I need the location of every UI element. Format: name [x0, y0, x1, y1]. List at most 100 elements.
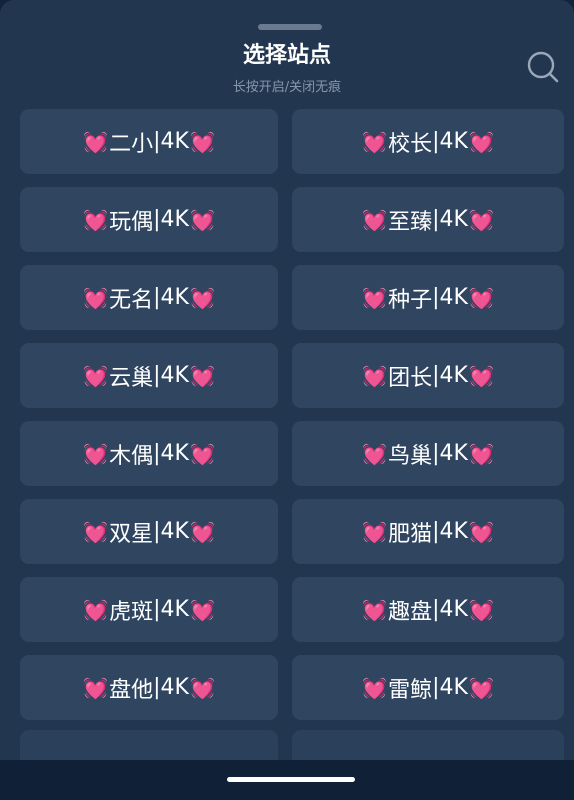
separator: | — [153, 129, 161, 154]
separator: | — [153, 285, 161, 310]
separator: | — [432, 675, 440, 700]
quality-tag: 4K — [160, 285, 189, 310]
site-item[interactable]: 💓 雷鲸 | 4K 💓 — [292, 655, 564, 720]
quality-tag: 4K — [160, 129, 189, 154]
heart-icon: 💓 — [468, 207, 494, 232]
separator: | — [432, 441, 440, 466]
heart-icon: 💓 — [362, 129, 388, 154]
site-name: 云巢 — [109, 365, 154, 391]
site-item[interactable]: 💓 盘他 | 4K 💓 — [20, 655, 278, 720]
heart-icon: 💓 — [362, 519, 388, 544]
heart-icon: 💓 — [189, 129, 215, 154]
site-name: 校长 — [388, 131, 433, 157]
heart-icon: 💓 — [189, 207, 215, 232]
site-name: 无名 — [109, 287, 154, 313]
site-item[interactable]: 💓 趣盘 | 4K 💓 — [292, 577, 564, 642]
heart-icon: 💓 — [468, 675, 494, 700]
quality-tag: 4K — [439, 519, 468, 544]
heart-icon: 💓 — [468, 441, 494, 466]
site-name: 至臻 — [388, 209, 433, 235]
heart-icon: 💓 — [189, 285, 215, 310]
heart-icon: 💓 — [189, 363, 215, 388]
page-title: 选择站点 — [242, 43, 331, 68]
bottom-bar — [0, 760, 574, 800]
site-item[interactable]: 💓 玩偶 | 4K 💓 — [20, 187, 278, 252]
site-item[interactable]: 💓 鸟巢 | 4K 💓 — [292, 421, 564, 486]
home-indicator[interactable] — [227, 777, 355, 782]
site-name: 二小 — [109, 131, 154, 157]
site-name: 玩偶 — [109, 209, 154, 235]
quality-tag: 4K — [160, 675, 189, 700]
heart-icon: 💓 — [468, 129, 494, 154]
heart-icon: 💓 — [83, 675, 109, 700]
quality-tag: 4K — [439, 597, 468, 622]
site-item-partial[interactable] — [20, 730, 278, 760]
heart-icon: 💓 — [83, 285, 109, 310]
separator: | — [432, 129, 440, 154]
site-name: 团长 — [388, 365, 433, 391]
site-item[interactable]: 💓 肥猫 | 4K 💓 — [292, 499, 564, 564]
page-subtitle: 长按开启/关闭无痕 — [232, 80, 342, 95]
separator: | — [153, 675, 161, 700]
quality-tag: 4K — [160, 363, 189, 388]
site-item[interactable]: 💓 团长 | 4K 💓 — [292, 343, 564, 408]
site-item[interactable]: 💓 校长 | 4K 💓 — [292, 109, 564, 174]
site-name: 双星 — [109, 521, 154, 547]
heart-icon: 💓 — [83, 597, 109, 622]
separator: | — [432, 207, 440, 232]
separator: | — [432, 363, 440, 388]
heart-icon: 💓 — [83, 129, 109, 154]
site-item[interactable]: 💓 云巢 | 4K 💓 — [20, 343, 278, 408]
heart-icon: 💓 — [189, 675, 215, 700]
site-name: 木偶 — [109, 443, 154, 469]
site-item[interactable]: 💓 无名 | 4K 💓 — [20, 265, 278, 330]
separator: | — [153, 207, 161, 232]
quality-tag: 4K — [439, 363, 468, 388]
quality-tag: 4K — [439, 675, 468, 700]
site-picker-sheet: 选择站点 长按开启/关闭无痕 💓 二小 | 4K 💓 💓 校长 | 4K 💓 💓 玩偶 | 4… — [0, 0, 574, 760]
heart-icon: 💓 — [83, 363, 109, 388]
heart-icon: 💓 — [189, 441, 215, 466]
site-grid: 💓 二小 | 4K 💓 💓 校长 | 4K 💓 💓 玩偶 | 4K 💓 💓 至臻 | 4K 💓 💓 无名 … — [20, 109, 564, 720]
heart-icon: 💓 — [362, 675, 388, 700]
quality-tag: 4K — [439, 129, 468, 154]
site-name: 种子 — [388, 287, 433, 313]
site-name: 盘他 — [109, 677, 154, 703]
heart-icon: 💓 — [468, 597, 494, 622]
separator: | — [432, 285, 440, 310]
site-item[interactable]: 💓 种子 | 4K 💓 — [292, 265, 564, 330]
heart-icon: 💓 — [83, 207, 109, 232]
heart-icon: 💓 — [189, 519, 215, 544]
separator: | — [432, 519, 440, 544]
quality-tag: 4K — [160, 441, 189, 466]
heart-icon: 💓 — [468, 285, 494, 310]
heart-icon: 💓 — [362, 363, 388, 388]
separator: | — [432, 597, 440, 622]
quality-tag: 4K — [160, 597, 189, 622]
separator: | — [153, 363, 161, 388]
heart-icon: 💓 — [362, 597, 388, 622]
separator: | — [153, 597, 161, 622]
site-item[interactable]: 💓 虎斑 | 4K 💓 — [20, 577, 278, 642]
heart-icon: 💓 — [83, 519, 109, 544]
site-name: 趣盘 — [388, 599, 433, 625]
site-item[interactable]: 💓 木偶 | 4K 💓 — [20, 421, 278, 486]
site-item[interactable]: 💓 至臻 | 4K 💓 — [292, 187, 564, 252]
site-item[interactable]: 💓 二小 | 4K 💓 — [20, 109, 278, 174]
site-item-partial[interactable] — [292, 730, 564, 760]
search-button[interactable] — [524, 48, 562, 86]
heart-icon: 💓 — [468, 519, 494, 544]
heart-icon: 💓 — [189, 597, 215, 622]
quality-tag: 4K — [439, 207, 468, 232]
quality-tag: 4K — [439, 441, 468, 466]
separator: | — [153, 441, 161, 466]
drag-handle[interactable] — [258, 24, 322, 30]
separator: | — [153, 519, 161, 544]
site-name: 肥猫 — [388, 521, 433, 547]
site-item[interactable]: 💓 双星 | 4K 💓 — [20, 499, 278, 564]
quality-tag: 4K — [160, 519, 189, 544]
site-name: 雷鲸 — [388, 677, 433, 703]
site-name: 虎斑 — [109, 599, 154, 625]
site-name: 鸟巢 — [388, 443, 433, 469]
heart-icon: 💓 — [362, 285, 388, 310]
